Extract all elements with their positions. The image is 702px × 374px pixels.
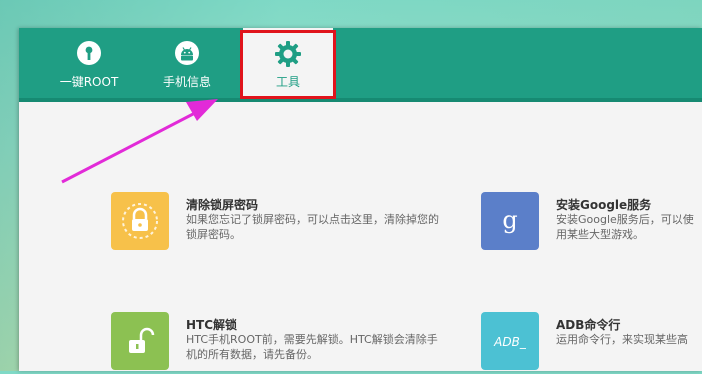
tool-title: 安装Google服务 <box>556 198 652 212</box>
tool-title: 清除锁屏密码 <box>186 198 259 212</box>
tool-title: ADB命令行 <box>556 318 621 332</box>
top-navigation-bar: 一键ROOT 手机信息 工具 <box>19 28 702 98</box>
tool-install-google-services[interactable]: g 安装Google服务 安装Google服务后，可以使用某些大型游戏。 <box>481 192 702 254</box>
tool-adb-command-line[interactable]: ADB_ ADB命令行 运用命令行，来实现某些高 <box>481 312 702 374</box>
tab-label: 一键ROOT <box>59 75 119 89</box>
app-window: 一键ROOT 手机信息 工具 清除锁屏密码 如果您忘记了锁屏密码，可以点击这里，… <box>19 28 702 371</box>
android-icon <box>174 40 200 69</box>
google-g-icon: g <box>481 192 539 250</box>
tab-one-click-root[interactable]: 一键ROOT <box>54 28 124 98</box>
svg-text:g: g <box>502 206 517 234</box>
tool-description: 如果您忘记了锁屏密码，可以点击这里，清除掉您的锁屏密码。 <box>186 213 439 241</box>
tool-clear-lock-password[interactable]: 清除锁屏密码 如果您忘记了锁屏密码，可以点击这里，清除掉您的锁屏密码。 <box>111 192 439 254</box>
tab-tools[interactable]: 工具 <box>243 28 333 98</box>
tab-label: 工具 <box>275 75 300 89</box>
tool-htc-unlock[interactable]: HTC解锁 HTC手机ROOT前，需要先解锁。HTC解锁会清除手机的所有数据，请… <box>111 312 438 374</box>
key-icon <box>76 40 102 69</box>
adb-icon-text: ADB_ <box>493 335 527 349</box>
tool-title: HTC解锁 <box>186 318 238 332</box>
gear-icon <box>274 40 302 71</box>
tab-phone-info[interactable]: 手机信息 <box>147 28 227 98</box>
adb-icon: ADB_ <box>481 312 539 370</box>
tool-description: 安装Google服务后，可以使用某些大型游戏。 <box>556 213 694 241</box>
tab-label: 手机信息 <box>162 75 211 89</box>
tool-description: HTC手机ROOT前，需要先解锁。HTC解锁会清除手机的所有数据，请先备份。 <box>186 333 438 361</box>
tool-description: 运用命令行，来实现某些高 <box>556 333 688 346</box>
unlock-icon <box>111 312 169 370</box>
tools-content: 清除锁屏密码 如果您忘记了锁屏密码，可以点击这里，清除掉您的锁屏密码。 g 安装… <box>19 102 702 371</box>
lock-screen-icon <box>111 192 169 250</box>
